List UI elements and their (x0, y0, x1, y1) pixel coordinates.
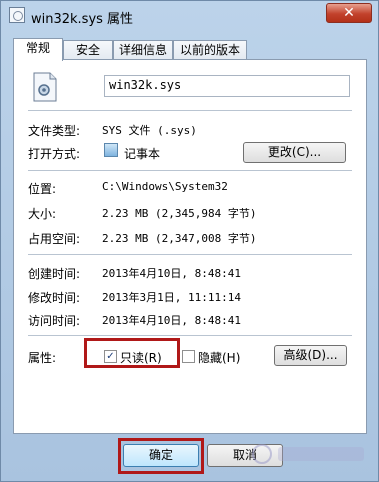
size-value: 2.23 MB (2,345,984 字节) (102, 207, 257, 220)
hidden-checkbox[interactable] (182, 350, 195, 363)
divider (28, 110, 352, 111)
advanced-button[interactable]: 高级(D)... (274, 345, 347, 366)
accessed-value: 2013年4月10日, 8:48:41 (102, 314, 241, 327)
properties-window: win32k.sys 属性 ✕ 常规 安全 详细信息 以前的版本 win32k.… (0, 0, 379, 482)
size-on-disk-value: 2.23 MB (2,347,008 字节) (102, 232, 257, 245)
created-label: 创建时间: (28, 267, 81, 281)
modified-value: 2013年3月1日, 11:11:14 (102, 291, 241, 304)
divider (28, 254, 352, 255)
window-title: win32k.sys 属性 (31, 12, 134, 27)
tab-details[interactable]: 详细信息 (113, 40, 173, 60)
location-value: C:\Windows\System32 (102, 180, 228, 193)
close-icon: ✕ (343, 5, 355, 21)
close-button[interactable]: ✕ (326, 3, 372, 23)
ok-button[interactable]: 确定 (123, 444, 199, 467)
hidden-label[interactable]: 隐藏(H) (198, 349, 240, 366)
readonly-checkbox[interactable]: ✓ (104, 350, 117, 363)
attributes-label: 属性: (28, 351, 57, 365)
change-button[interactable]: 更改(C)... (243, 142, 346, 163)
tab-security[interactable]: 安全 (63, 40, 113, 60)
open-with-value: 记事本 (124, 147, 161, 161)
file-type-value: SYS 文件 (.sys) (102, 124, 197, 137)
file-type-label: 文件类型: (28, 124, 81, 138)
file-name-field[interactable]: win32k.sys (104, 75, 350, 97)
created-value: 2013年4月10日, 8:48:41 (102, 267, 241, 280)
open-with-label: 打开方式: (28, 147, 81, 161)
tab-general[interactable]: 常规 (13, 38, 63, 61)
modified-label: 修改时间: (28, 291, 81, 305)
readonly-label[interactable]: 只读(R) (120, 349, 162, 366)
general-panel: win32k.sys 文件类型: SYS 文件 (.sys) 打开方式: 记事本… (13, 59, 367, 434)
size-on-disk-label: 占用空间: (28, 232, 81, 246)
accessed-label: 访问时间: (28, 314, 81, 328)
tab-previous-versions[interactable]: 以前的版本 (173, 40, 247, 60)
watermark-logo (252, 444, 364, 464)
size-label: 大小: (28, 207, 57, 221)
notepad-icon (104, 143, 118, 157)
divider (28, 170, 352, 171)
title-bar[interactable]: win32k.sys 属性 ✕ (1, 1, 378, 31)
location-label: 位置: (28, 182, 57, 196)
file-properties-icon (9, 7, 25, 23)
system-file-icon (33, 72, 57, 102)
divider (28, 335, 352, 336)
